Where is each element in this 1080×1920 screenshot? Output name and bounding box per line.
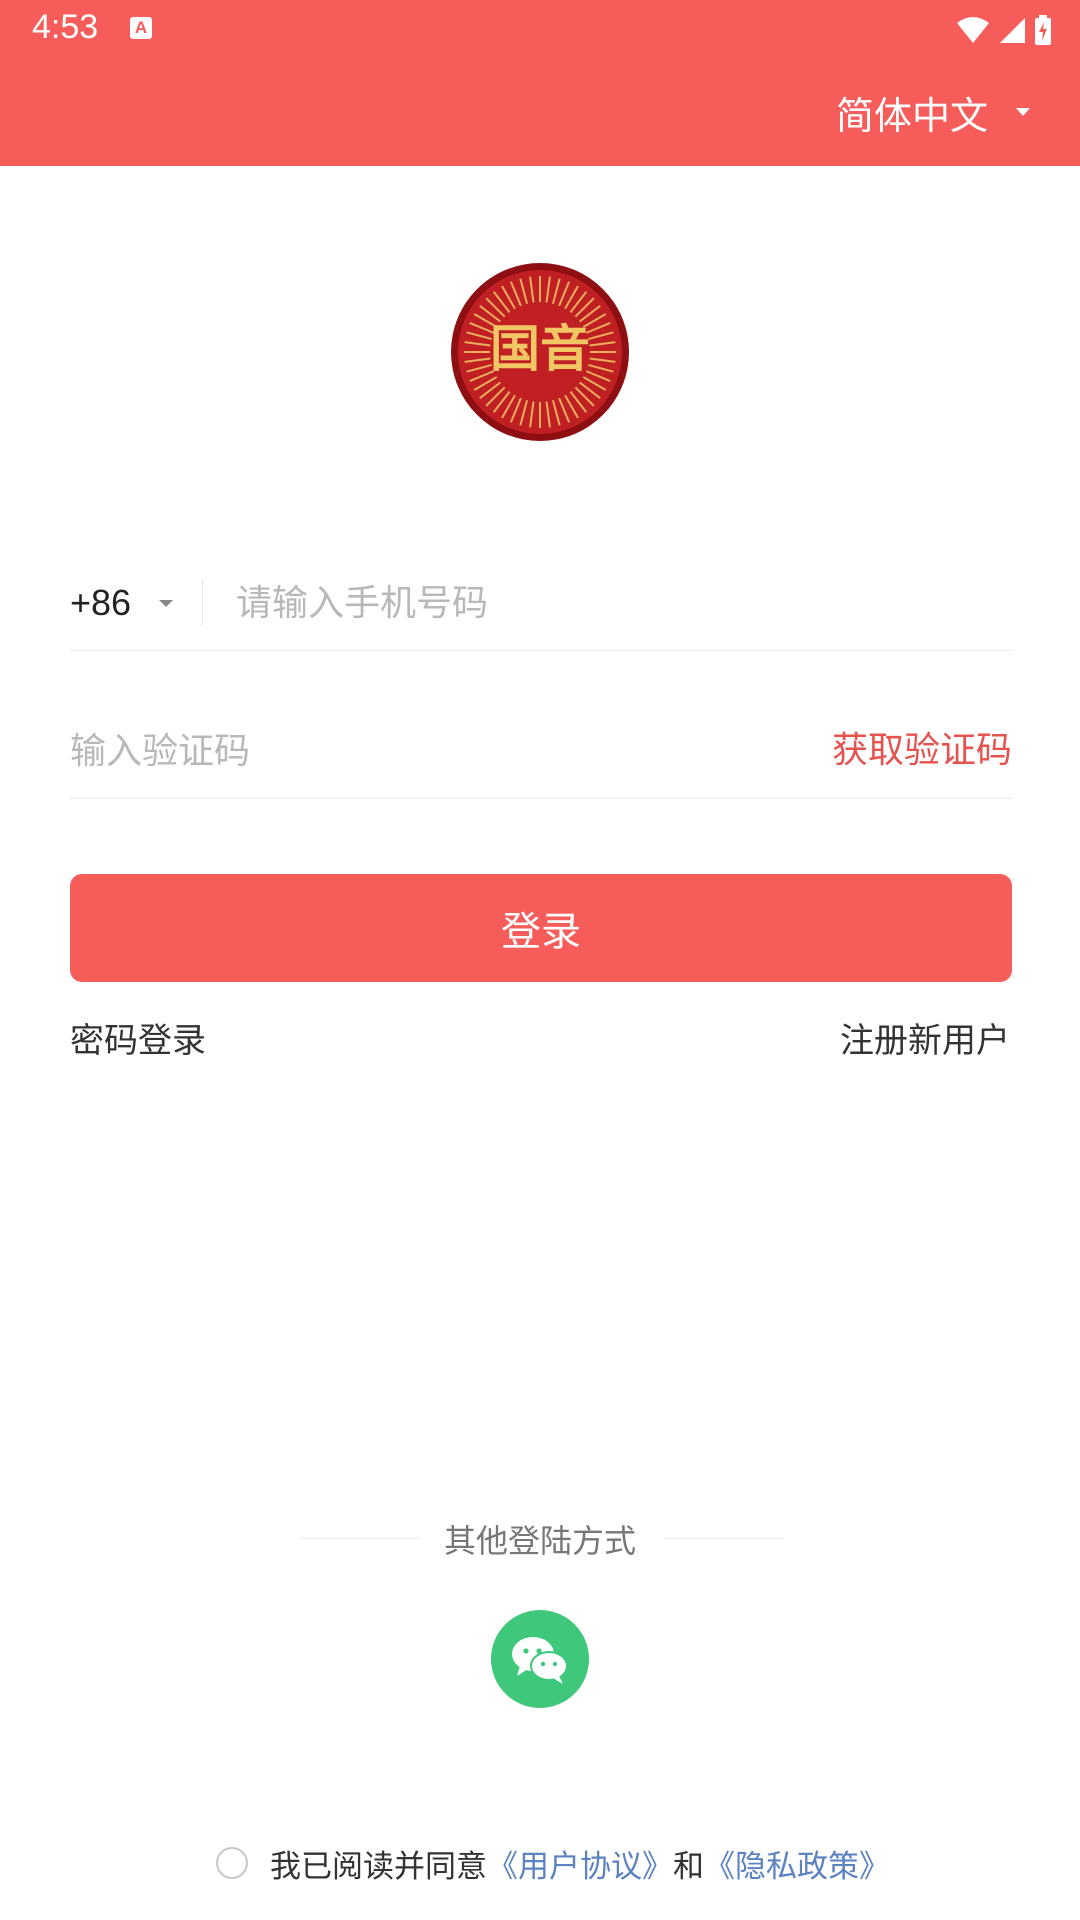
user-agreement-link[interactable]: 《用户协议》 <box>487 1841 673 1886</box>
divider <box>664 1538 784 1539</box>
status-time: 4:53 <box>32 8 99 46</box>
agree-checkbox[interactable] <box>216 1847 248 1879</box>
chevron-down-icon <box>159 599 174 607</box>
phone-row: +86 <box>70 556 1012 651</box>
a-app-icon: A <box>130 17 152 39</box>
country-code: +86 <box>70 582 132 623</box>
agreement-prefix: 我已阅读并同意 <box>270 1848 487 1885</box>
agreement-and: 和 <box>673 1848 704 1885</box>
battery-charging-icon <box>1035 15 1051 45</box>
divider <box>202 580 203 626</box>
language-selector[interactable]: 简体中文 <box>836 82 1030 142</box>
country-code-selector[interactable]: +86 <box>70 576 174 630</box>
logo-text: 国音 <box>490 319 590 378</box>
code-row: 获取验证码 <box>70 704 1012 799</box>
privacy-policy-link[interactable]: 《隐私政策》 <box>704 1841 890 1886</box>
login-button[interactable]: 登录 <box>70 874 1012 982</box>
register-link[interactable]: 注册新用户 <box>840 1016 1010 1066</box>
app-logo: 国音 <box>451 263 629 441</box>
language-label: 简体中文 <box>835 93 988 138</box>
phone-input[interactable] <box>236 576 996 630</box>
app-header: 4:53 A 简体中文 <box>0 0 1080 166</box>
get-code-button[interactable]: 获取验证码 <box>832 724 1012 778</box>
other-login-title: 其他登陆方式 <box>443 1522 636 1560</box>
agreement: 我已阅读并同意 《用户协议》 和 《隐私政策》 <box>216 1838 890 1888</box>
wechat-icon <box>512 1637 568 1684</box>
status-icons <box>956 10 1052 50</box>
wifi-icon <box>957 17 989 43</box>
verification-code-input[interactable] <box>70 724 690 778</box>
signal-icon <box>1000 18 1025 43</box>
chevron-down-icon <box>1016 108 1030 116</box>
password-login-link[interactable]: 密码登录 <box>70 1016 206 1066</box>
wechat-login-button[interactable] <box>491 1610 589 1708</box>
